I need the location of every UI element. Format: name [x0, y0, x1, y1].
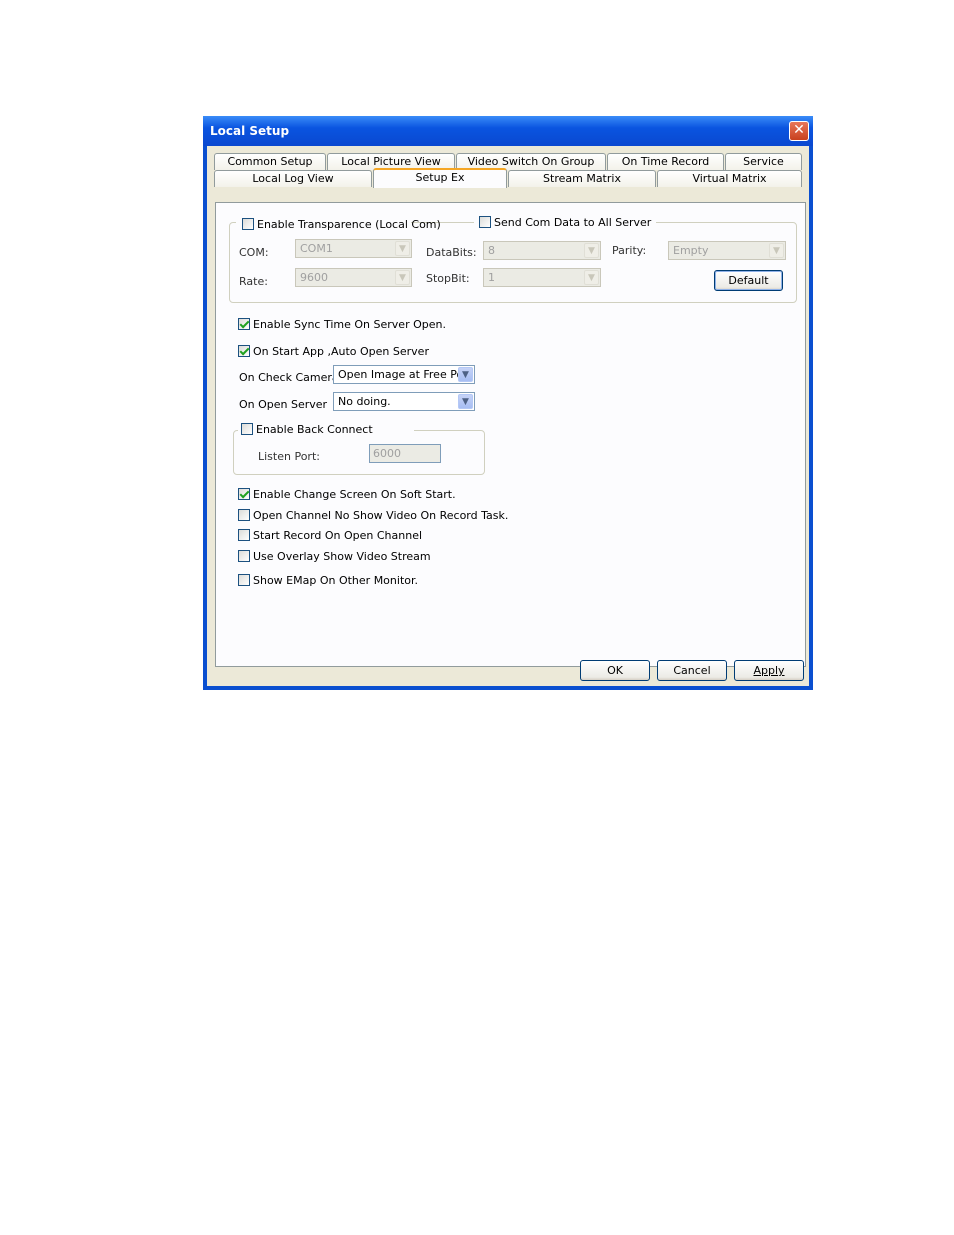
tab-local-log-view[interactable]: Local Log View — [214, 170, 372, 187]
send-com-data-label: Send Com Data to All Server — [494, 216, 652, 229]
apply-button[interactable]: Apply — [734, 660, 804, 681]
cancel-button[interactable]: Cancel — [657, 660, 727, 681]
back-connect-label: Enable Back Connect — [256, 423, 373, 436]
tab-stream-matrix[interactable]: Stream Matrix — [508, 170, 656, 187]
com-label: COM: — [239, 246, 269, 259]
tab-setup-ex[interactable]: Setup Ex — [373, 168, 507, 188]
chevron-down-icon: ▼ — [458, 394, 473, 409]
chevron-down-icon: ▼ — [395, 270, 410, 285]
tab-on-time-record[interactable]: On Time Record — [607, 153, 724, 170]
chevron-down-icon: ▼ — [584, 243, 599, 258]
change-screen-label: Enable Change Screen On Soft Start. — [253, 488, 456, 501]
apply-button-label: Apply — [753, 664, 785, 677]
default-button[interactable]: Default — [714, 270, 783, 291]
dialog-body: Common Setup Local Picture View Video Sw… — [207, 146, 809, 686]
show-emap-label: Show EMap On Other Monitor. — [253, 574, 418, 587]
sync-time-checkbox[interactable] — [238, 318, 250, 330]
on-check-camera-value: Open Image at Free Pos — [338, 368, 469, 381]
parity-select-value: Empty — [673, 244, 709, 257]
on-check-camera-select[interactable]: Open Image at Free Pos ▼ — [333, 365, 475, 384]
databits-label: DataBits: — [426, 246, 477, 259]
close-icon[interactable]: ✕ — [789, 121, 809, 141]
chevron-down-icon: ▼ — [584, 270, 599, 285]
tab-common-setup[interactable]: Common Setup — [214, 153, 326, 170]
no-show-video-checkbox[interactable] — [238, 509, 250, 521]
stopbit-select-value: 1 — [488, 271, 495, 284]
chevron-down-icon: ▼ — [769, 243, 784, 258]
com-select-value: COM1 — [300, 242, 333, 255]
listen-port-label: Listen Port: — [258, 450, 320, 463]
title-bar[interactable]: Local Setup ✕ — [203, 116, 813, 146]
auto-open-checkbox[interactable] — [238, 345, 250, 357]
chevron-down-icon: ▼ — [458, 367, 473, 382]
com-select[interactable]: COM1 ▼ — [295, 239, 412, 258]
enable-transparence-label: Enable Transparence (Local Com) — [257, 218, 441, 231]
change-screen-checkbox[interactable] — [238, 488, 250, 500]
back-connect-checkbox[interactable] — [241, 423, 253, 435]
on-open-server-select[interactable]: No doing. ▼ — [333, 392, 475, 411]
no-show-video-label: Open Channel No Show Video On Record Tas… — [253, 509, 509, 522]
use-overlay-checkbox[interactable] — [238, 550, 250, 562]
chevron-down-icon: ▼ — [395, 241, 410, 256]
start-record-checkbox[interactable] — [238, 529, 250, 541]
stopbit-label: StopBit: — [426, 272, 470, 285]
rate-select[interactable]: 9600 ▼ — [295, 268, 412, 287]
setup-ex-panel: Enable Transparence (Local Com) Send Com… — [215, 202, 806, 667]
sync-time-label: Enable Sync Time On Server Open. — [253, 318, 446, 331]
parity-select[interactable]: Empty ▼ — [668, 241, 786, 260]
use-overlay-label: Use Overlay Show Video Stream — [253, 550, 431, 563]
on-check-camera-label: On Check Camera — [239, 371, 339, 384]
local-setup-window: Local Setup ✕ Common Setup Local Picture… — [203, 116, 813, 690]
start-record-label: Start Record On Open Channel — [253, 529, 423, 542]
com-group — [229, 222, 797, 303]
tab-service[interactable]: Service — [725, 153, 802, 170]
tab-virtual-matrix[interactable]: Virtual Matrix — [657, 170, 802, 187]
listen-port-input[interactable]: 6000 — [369, 444, 441, 463]
enable-transparence-checkbox[interactable] — [242, 218, 254, 230]
databits-select[interactable]: 8 ▼ — [483, 241, 601, 260]
send-com-data-checkbox[interactable] — [479, 216, 491, 228]
on-open-server-value: No doing. — [338, 395, 391, 408]
rate-select-value: 9600 — [300, 271, 328, 284]
databits-select-value: 8 — [488, 244, 495, 257]
parity-label: Parity: — [612, 244, 647, 257]
auto-open-label: On Start App ,Auto Open Server — [253, 345, 429, 358]
ok-button[interactable]: OK — [580, 660, 650, 681]
show-emap-checkbox[interactable] — [238, 574, 250, 586]
window-title: Local Setup — [210, 124, 290, 138]
stopbit-select[interactable]: 1 ▼ — [483, 268, 601, 287]
rate-label: Rate: — [239, 275, 268, 288]
on-open-server-label: On Open Server — [239, 398, 328, 411]
